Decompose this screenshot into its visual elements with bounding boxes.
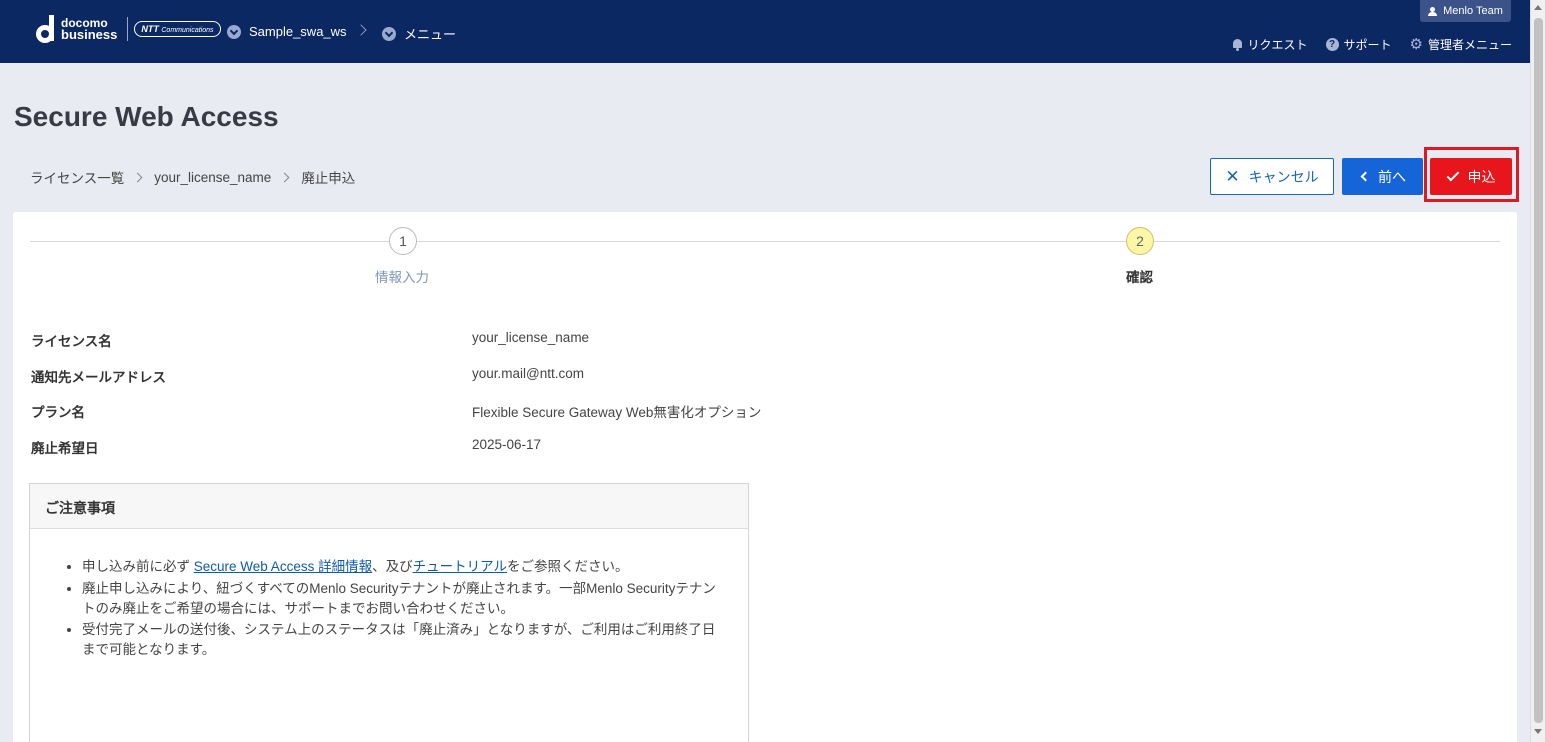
admin-menu-link[interactable]: ⚙ 管理者メニュー	[1410, 36, 1512, 53]
logo-divider	[127, 17, 129, 41]
step-2-circle: 2	[1126, 227, 1154, 255]
close-icon: ✕	[1225, 166, 1240, 186]
cancel-button[interactable]: ✕ キャンセル	[1210, 158, 1334, 195]
breadcrumb: ライセンス一覧 your_license_name 廃止申込	[30, 167, 355, 187]
email-label: 通知先メールアドレス	[31, 370, 166, 385]
workspace-name: Sample_swa_ws	[249, 24, 347, 39]
termination-date-value: 2025-06-17	[472, 437, 542, 452]
scroll-down-arrow-icon[interactable]	[1534, 729, 1542, 734]
notice-item-1: 申し込み前に必ず Secure Web Access 詳細情報、及びチュートリア…	[82, 557, 722, 577]
breadcrumb-license-list[interactable]: ライセンス一覧	[30, 167, 124, 187]
step-2-label: 確認	[1126, 270, 1153, 285]
tutorial-link[interactable]: チュートリアル	[413, 559, 507, 574]
workspace-selector[interactable]: Sample_swa_ws	[227, 24, 347, 39]
bell-icon	[1232, 38, 1243, 51]
notice-list: 申し込み前に必ず Secure Web Access 詳細情報、及びチュートリア…	[82, 557, 722, 660]
menu-selector[interactable]: メニュー	[382, 24, 456, 43]
admin-menu-label: 管理者メニュー	[1427, 38, 1512, 52]
top-header: docomo business NTT Communications Sampl…	[0, 0, 1530, 63]
question-icon: ?	[1325, 38, 1339, 51]
swa-details-link[interactable]: Secure Web Access 詳細情報	[194, 559, 372, 574]
step-1-circle: 1	[389, 227, 417, 255]
termination-date-label: 廃止希望日	[31, 441, 99, 456]
notice-item-3: 受付完了メールの送付後、システム上のステータスは「廃止済み」となりますが、ご利用…	[82, 620, 722, 660]
breadcrumb-chevron-icon	[279, 172, 290, 182]
breadcrumb-separator-icon	[355, 24, 367, 36]
logo-line2: business	[61, 27, 118, 42]
scrollbar-thumb[interactable]	[1534, 18, 1543, 723]
request-link[interactable]: リクエスト	[1232, 36, 1308, 53]
ntt-logo-text: NTT	[141, 24, 159, 34]
support-label: サポート	[1343, 38, 1392, 52]
docomo-d-icon	[34, 14, 56, 44]
previous-label: 前へ	[1378, 168, 1406, 185]
stepper-line	[30, 241, 1500, 242]
confirmation-card: 1 2 情報入力 確認 ライセンス名 your_license_name 通知先…	[13, 212, 1517, 742]
plan-name-value: Flexible Secure Gateway Web無害化オプション	[472, 405, 762, 420]
email-value: your.mail@ntt.com	[472, 366, 584, 381]
breadcrumb-chevron-icon	[132, 172, 143, 182]
notice-panel: ご注意事項 申し込み前に必ず Secure Web Access 詳細情報、及び…	[29, 483, 749, 742]
previous-button[interactable]: 前へ	[1342, 158, 1423, 195]
gear-icon: ⚙	[1409, 35, 1423, 53]
chevron-down-circle-icon	[227, 24, 241, 39]
cancel-label: キャンセル	[1248, 168, 1319, 185]
docomo-business-logo[interactable]: docomo business NTT Communications	[34, 14, 221, 44]
plan-name-label: プラン名	[31, 405, 85, 420]
notice-item-2: 廃止申し込みにより、紐づくすべてのMenlo Securityテナントが廃止され…	[82, 579, 722, 619]
header-links: リクエスト ? サポート ⚙ 管理者メニュー	[1232, 36, 1512, 53]
breadcrumb-license-name[interactable]: your_license_name	[154, 170, 271, 185]
license-name-label: ライセンス名	[31, 334, 112, 349]
breadcrumb-current: 廃止申込	[301, 171, 356, 186]
notice-title: ご注意事項	[30, 484, 748, 529]
ntt-logo: NTT Communications	[134, 21, 221, 37]
ntt-logo-subtext: Communications	[161, 27, 214, 34]
vertical-scrollbar[interactable]	[1530, 0, 1545, 742]
scroll-up-arrow-icon[interactable]	[1534, 5, 1542, 10]
page-title: Secure Web Access	[14, 101, 279, 132]
request-label: リクエスト	[1247, 38, 1308, 52]
license-name-value: your_license_name	[472, 330, 590, 345]
chevron-left-icon	[1360, 171, 1371, 182]
menu-label: メニュー	[404, 27, 457, 42]
user-menu-button[interactable]: Menlo Team	[1420, 0, 1511, 22]
user-icon	[1428, 6, 1438, 16]
submit-highlight-box	[1424, 147, 1519, 202]
step-1-label: 情報入力	[375, 270, 429, 285]
chevron-down-circle-icon	[382, 26, 396, 41]
support-link[interactable]: ? サポート	[1325, 36, 1392, 53]
user-name: Menlo Team	[1443, 5, 1503, 17]
